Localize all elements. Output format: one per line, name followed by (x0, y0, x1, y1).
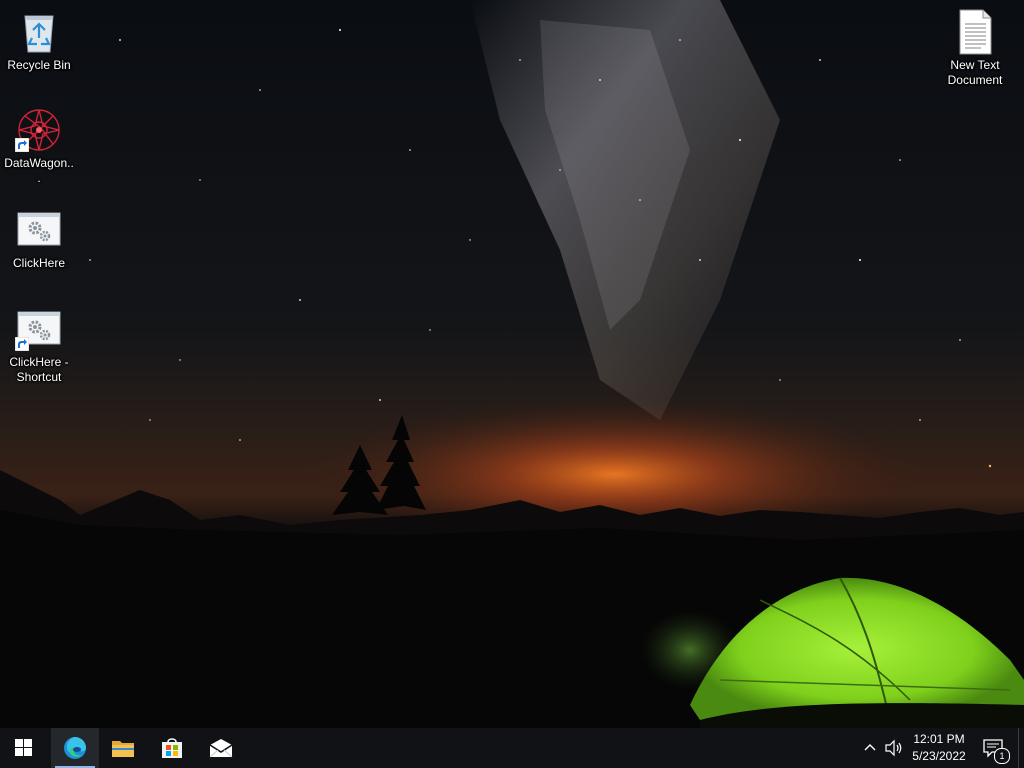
desktop-icon-label: Recycle Bin (7, 58, 71, 72)
clock-date: 5/23/2022 (912, 749, 966, 763)
shortcut-arrow-icon (15, 337, 29, 351)
show-hidden-icons-button[interactable] (860, 728, 880, 768)
text-document-icon (959, 9, 992, 55)
taskbar-store-button[interactable] (148, 728, 196, 768)
desktop-icon-label: DataWagon... (4, 156, 74, 185)
desktop-icon-label: ClickHere (12, 256, 65, 270)
desktop-icon-label: New Text Document (947, 58, 1003, 87)
edge-icon (64, 737, 86, 759)
action-center-button[interactable]: 1 (978, 728, 1012, 768)
notification-count: 1 (999, 751, 1005, 761)
system-clock[interactable]: 12:01 PM 5/23/2022 (906, 731, 972, 765)
volume-button[interactable] (882, 728, 906, 768)
taskbar-edge-button[interactable] (51, 728, 99, 768)
chevron-up-icon (864, 744, 876, 751)
show-desktop-button[interactable] (1018, 728, 1024, 768)
gear-window-icon (17, 212, 61, 246)
recycle-bin-icon (24, 15, 54, 53)
taskbar-mail-button[interactable] (197, 728, 245, 768)
notification-badge: 1 (994, 748, 1010, 764)
start-button[interactable] (0, 728, 48, 768)
desktop[interactable]: Recycle Bin DataWagon... ClickHere Click… (0, 0, 1024, 728)
folder-icon (112, 741, 134, 757)
taskbar-file-explorer-button[interactable] (99, 728, 147, 768)
store-icon (162, 738, 182, 758)
wallpaper-night-sky (0, 0, 1024, 728)
desktop-icon-datawagon[interactable]: DataWagon... (1, 106, 77, 186)
desktop-icon-new-text-document[interactable]: New Text Document (937, 8, 1013, 88)
desktop-icon-recycle-bin[interactable]: Recycle Bin (1, 8, 77, 73)
desktop-icon-clickhere-shortcut[interactable]: ClickHere - Shortcut (1, 305, 77, 385)
mail-icon (209, 739, 233, 758)
taskbar[interactable]: 12:01 PM 5/23/2022 1 (0, 728, 1024, 768)
shortcut-arrow-icon (15, 138, 29, 152)
desktop-icon-clickhere[interactable]: ClickHere (1, 206, 77, 271)
clock-time: 12:01 PM (913, 732, 965, 746)
desktop-icon-label: ClickHere - Shortcut (9, 355, 69, 384)
speaker-icon (885, 739, 902, 757)
windows-logo-icon (15, 739, 32, 756)
